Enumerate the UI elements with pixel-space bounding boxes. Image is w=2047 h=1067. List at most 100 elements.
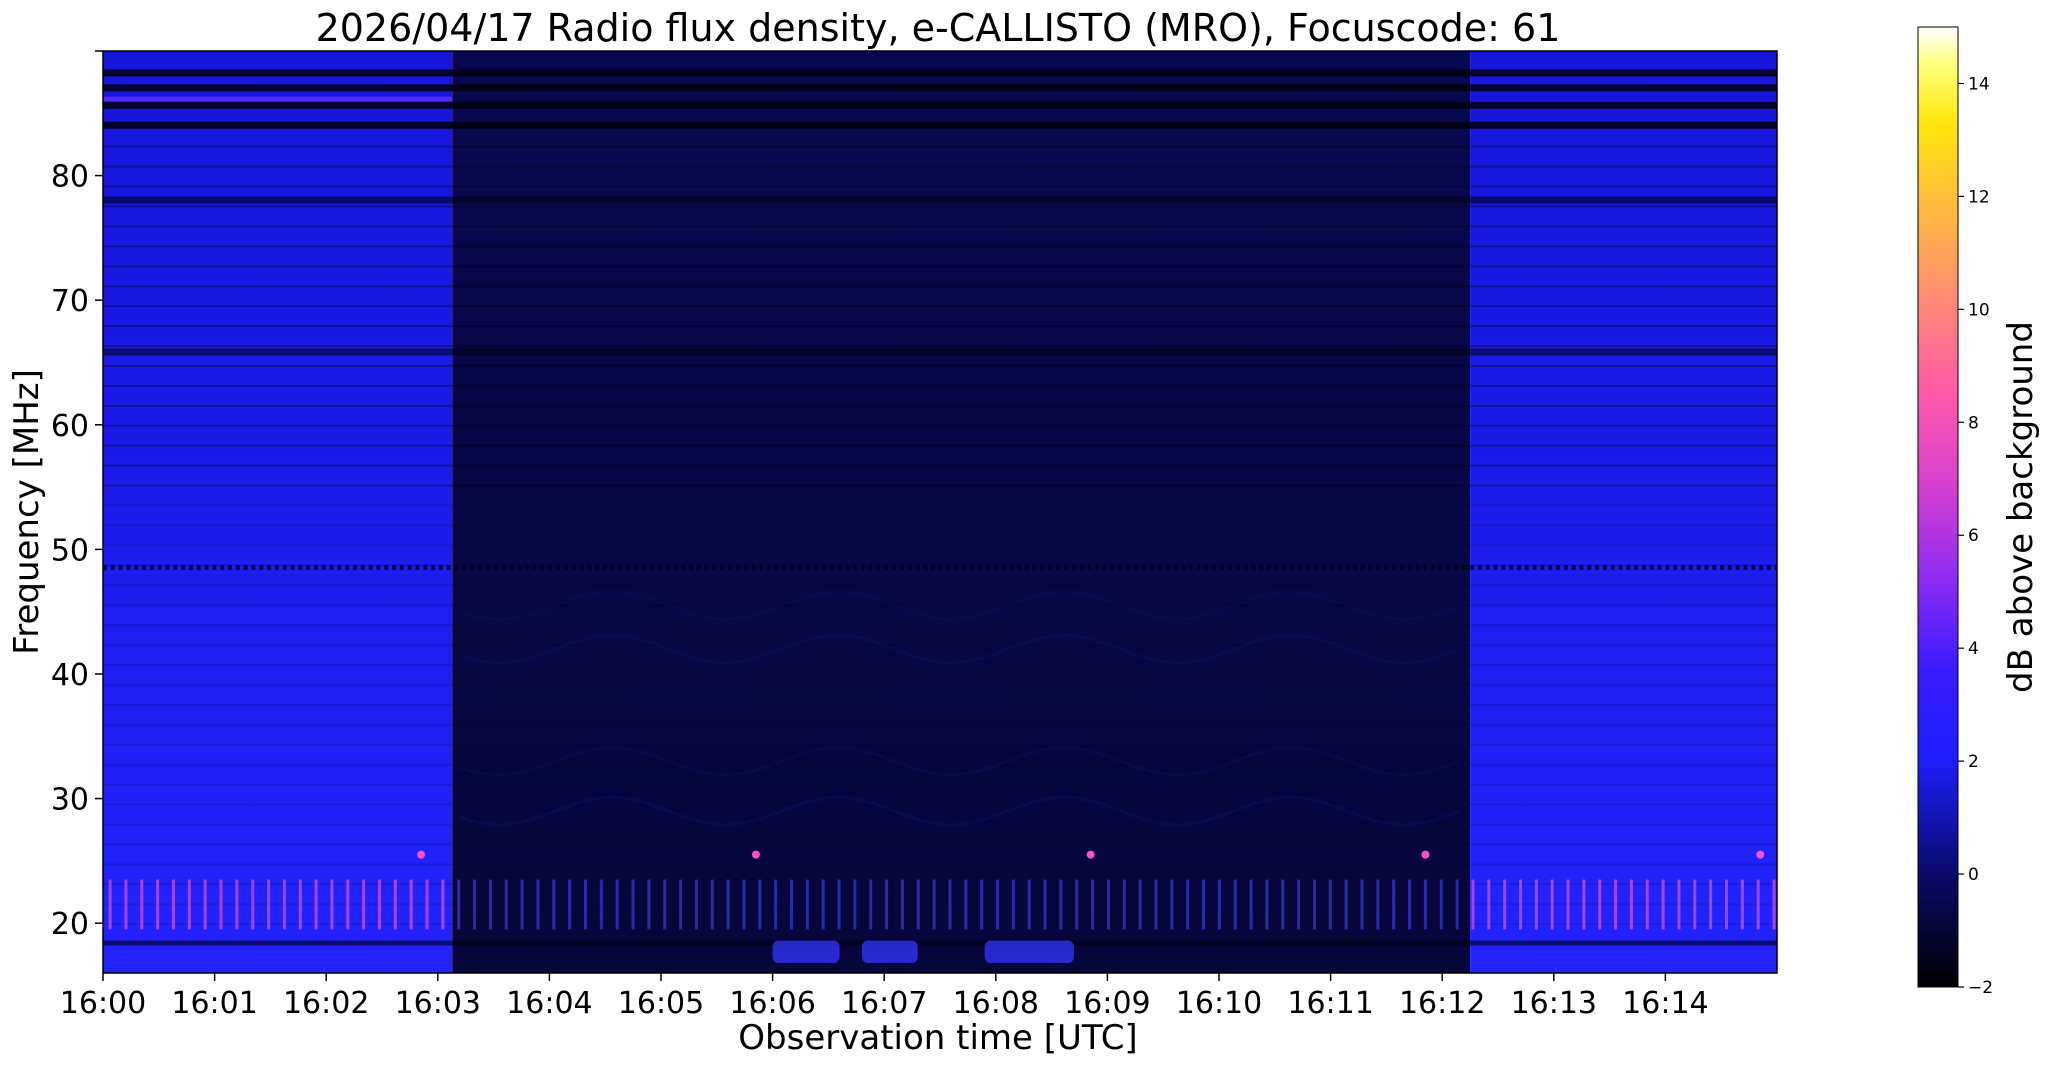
dot-48mhz (407, 565, 412, 571)
dot-48mhz (1360, 565, 1365, 571)
dot-48mhz (1735, 565, 1740, 571)
dark-band (103, 348, 1777, 356)
dot-48mhz (1009, 565, 1014, 571)
texture-line (103, 165, 1777, 168)
texture-line (103, 305, 1777, 308)
colorbar-ticks: −2 0 2 4 6 8 10 12 14 (1958, 74, 1993, 998)
dot-48mhz (1266, 565, 1271, 571)
dark-band (103, 69, 1777, 77)
pulse-tick (504, 879, 508, 930)
dot-48mhz (813, 565, 818, 571)
pulse-tick (251, 879, 255, 930)
texture-line (103, 723, 1777, 726)
spot-25mhz (1086, 850, 1095, 859)
dot-48mhz (282, 565, 287, 571)
dot-48mhz (1384, 565, 1389, 571)
texture-line (103, 384, 1777, 387)
pulse-tick (583, 879, 587, 930)
pulse-tick (805, 879, 809, 930)
dot-48mhz (790, 565, 795, 571)
pulse-tick (156, 879, 160, 930)
pulse-tick (377, 879, 381, 930)
colorbar-tick-label: 14 (1968, 74, 1990, 94)
dot-48mhz (938, 565, 943, 571)
dot-48mhz (1204, 565, 1209, 571)
pulse-tick (679, 879, 683, 930)
pulse-tick (1312, 879, 1316, 930)
dot-48mhz (1649, 565, 1654, 571)
dot-48mhz (892, 565, 897, 571)
dot-48mhz (587, 565, 592, 571)
dot-48mhz (1141, 565, 1146, 571)
dot-48mhz (821, 565, 826, 571)
dot-48mhz (1712, 565, 1717, 571)
y-tick-label: 70 (51, 284, 89, 319)
texture-line (103, 205, 1777, 208)
pulse-tick (1154, 879, 1158, 930)
dot-48mhz (1157, 565, 1162, 571)
pulse-tick (1138, 879, 1142, 930)
dot-48mhz (1688, 565, 1693, 571)
dot-48mhz (227, 565, 232, 571)
y-axis-label: Frequency [MHz] (7, 369, 47, 655)
pulse-tick (900, 879, 904, 930)
pulse-tick (1566, 879, 1570, 930)
dot-48mhz (751, 565, 756, 571)
pulse-tick (758, 879, 762, 930)
texture-line (103, 364, 1777, 367)
dot-48mhz (1024, 565, 1029, 571)
dot-48mhz (1056, 565, 1061, 571)
dot-48mhz (1134, 565, 1139, 571)
dot-48mhz (1298, 565, 1303, 571)
pulse-tick (1439, 879, 1443, 930)
pulse-tick (1677, 879, 1681, 930)
pulse-tick (1122, 879, 1126, 930)
dot-48mhz (1282, 565, 1287, 571)
dot-48mhz (688, 565, 693, 571)
pulse-tick (615, 879, 619, 930)
dot-48mhz (1657, 565, 1662, 571)
region-bright-0 (103, 51, 453, 973)
dot-48mhz (845, 565, 850, 571)
dot-48mhz (759, 565, 764, 571)
dot-48mhz (571, 565, 576, 571)
spot-25mhz (417, 850, 426, 859)
dot-48mhz (610, 565, 615, 571)
texture-line (103, 624, 1777, 627)
dot-48mhz (1173, 565, 1178, 571)
dot-48mhz (899, 565, 904, 571)
colorbar-label: dB above background (2001, 321, 2041, 693)
pulse-tick (742, 879, 746, 930)
dot-48mhz (142, 565, 147, 571)
pulse-tick (1217, 879, 1221, 930)
dot-48mhz (1720, 565, 1725, 571)
texture-line (103, 265, 1777, 268)
texture-line (103, 285, 1777, 288)
dot-48mhz (767, 565, 772, 571)
dot-48mhz (1673, 565, 1678, 571)
pulse-tick (298, 879, 302, 930)
pulse-tick (1075, 879, 1079, 930)
dot-48mhz (1071, 565, 1076, 571)
dark-band (103, 196, 1777, 204)
dot-48mhz (1087, 565, 1092, 571)
dot-48mhz (634, 565, 639, 571)
pulse-tick (425, 879, 429, 930)
pulse-tick (821, 879, 825, 930)
dot-48mhz (1001, 565, 1006, 571)
texture-line (103, 424, 1777, 427)
dot-48mhz (1579, 565, 1584, 571)
pulse-tick (1709, 879, 1713, 930)
pulse-tick (1582, 879, 1586, 930)
dot-48mhz (696, 565, 701, 571)
x-axis: 16:00 16:01 16:02 16:03 16:04 16:05 16:06 16:07… (60, 973, 1709, 1021)
dot-48mhz (352, 565, 357, 571)
spectrogram-figure: 2026/04/17 Radio flux density, e-CALLIST… (7, 6, 2041, 1058)
dot-48mhz (243, 565, 248, 571)
dot-48mhz (1759, 565, 1764, 571)
y-tick-label: 50 (51, 533, 89, 568)
dot-48mhz (1516, 565, 1521, 571)
dot-48mhz (1485, 565, 1490, 571)
texture-line (103, 863, 1777, 866)
pulse-tick (1344, 879, 1348, 930)
